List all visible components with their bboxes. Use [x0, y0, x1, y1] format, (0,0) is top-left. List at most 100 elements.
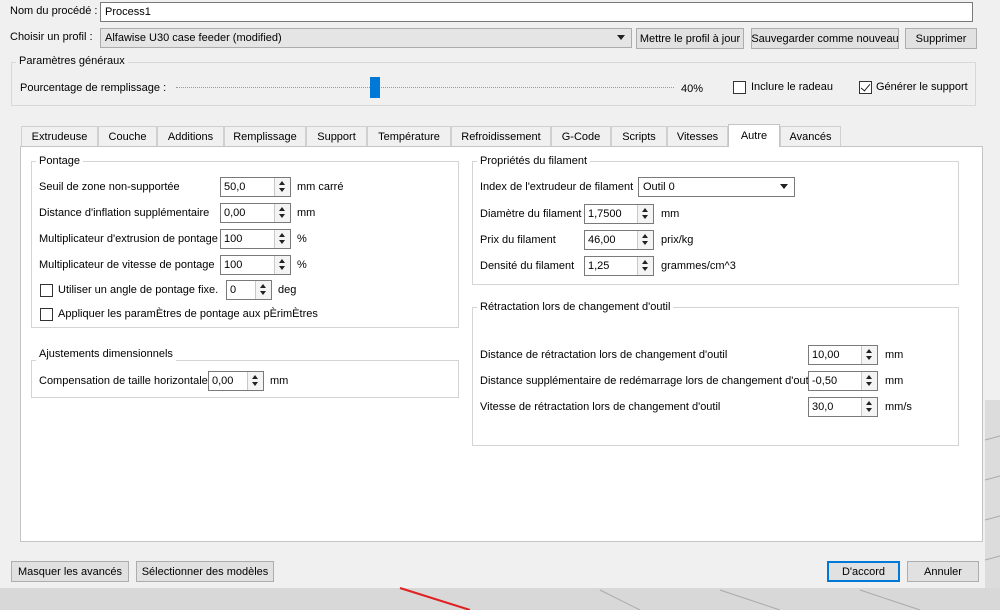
tab-temp-rature[interactable]: Température	[367, 126, 451, 146]
horizontal-compensation-unit: mm	[270, 375, 289, 387]
select-models-button[interactable]: Sélectionner des modèles	[136, 561, 274, 582]
bridge-extrusion-unit: %	[297, 233, 307, 245]
spin-up-icon[interactable]	[279, 259, 285, 263]
filament-density-spinner[interactable]: 1,25	[584, 256, 654, 276]
tab-avanc-s[interactable]: Avancés	[780, 126, 841, 146]
apply-perimeters-checkbox[interactable]	[40, 308, 53, 321]
tab-vitesses[interactable]: Vitesses	[667, 126, 728, 146]
unsupported-area-spinner[interactable]: 50,0	[220, 177, 291, 197]
spin-down-icon[interactable]	[260, 291, 266, 295]
toolchange-retract-speed-spinner[interactable]: 30,0	[808, 397, 878, 417]
ok-button[interactable]: D'accord	[827, 561, 900, 582]
inflation-distance-spinner[interactable]: 0,00	[220, 203, 291, 223]
profile-dropdown[interactable]: Alfawise U30 case feeder (modified)	[100, 28, 632, 48]
spin-down-icon[interactable]	[866, 382, 872, 386]
apply-perimeters-label: Appliquer les paramÈtres de pontage aux …	[58, 308, 318, 320]
tab-refroidissement[interactable]: Refroidissement	[451, 126, 551, 146]
filament-diameter-label: Diamètre du filament	[480, 208, 582, 220]
infill-slider-thumb[interactable]	[370, 77, 380, 98]
bridge-speed-unit: %	[297, 259, 307, 271]
spin-up-icon[interactable]	[642, 208, 648, 212]
support-checkbox[interactable]	[859, 81, 872, 94]
spin-up-icon[interactable]	[260, 284, 266, 288]
spin-up-icon[interactable]	[642, 260, 648, 264]
fixed-angle-spinner[interactable]: 0	[226, 280, 272, 300]
raft-checkbox[interactable]	[733, 81, 746, 94]
spin-up-icon[interactable]	[866, 349, 872, 353]
tab-couche[interactable]: Couche	[98, 126, 157, 146]
bridge-extrusion-spinner[interactable]: 100	[220, 229, 291, 249]
fixed-angle-checkbox[interactable]	[40, 284, 53, 297]
hide-advanced-button[interactable]: Masquer les avancés	[11, 561, 129, 582]
spin-down-icon[interactable]	[279, 240, 285, 244]
spin-up-icon[interactable]	[279, 207, 285, 211]
spin-down-icon[interactable]	[642, 215, 648, 219]
check-icon	[860, 81, 871, 92]
fixed-angle-label: Utiliser un angle de pontage fixe.	[58, 284, 219, 296]
filament-density-unit: grammes/cm^3	[661, 260, 736, 272]
filament-price-spinner[interactable]: 46,00	[584, 230, 654, 250]
spin-up-icon[interactable]	[642, 234, 648, 238]
spin-down-icon[interactable]	[279, 266, 285, 270]
toolchange-extra-restart-unit: mm	[885, 375, 904, 387]
tab-remplissage[interactable]: Remplissage	[224, 126, 306, 146]
dimensional-title: Ajustements dimensionnels	[36, 347, 176, 361]
spin-down-icon[interactable]	[642, 241, 648, 245]
toolchange-extra-restart-label: Distance supplémentaire de redémarrage l…	[480, 375, 814, 387]
tab-scripts[interactable]: Scripts	[611, 126, 667, 146]
filament-density-label: Densité du filament	[480, 260, 575, 272]
save-as-new-button[interactable]: Sauvegarder comme nouveau	[751, 28, 899, 49]
spin-up-icon[interactable]	[866, 375, 872, 379]
horizontal-compensation-spinner[interactable]: 0,00	[208, 371, 264, 391]
delete-profile-button[interactable]: Supprimer	[905, 28, 977, 49]
extruder-index-dropdown[interactable]: Outil 0	[638, 177, 795, 197]
spin-down-icon[interactable]	[279, 214, 285, 218]
unsupported-area-label: Seuil de zone non-supportée	[39, 181, 180, 193]
filament-title: Propriétés du filament	[477, 154, 590, 168]
spin-down-icon[interactable]	[279, 188, 285, 192]
filament-diameter-unit: mm	[661, 208, 680, 220]
bridge-speed-spinner[interactable]: 100	[220, 255, 291, 275]
spin-down-icon[interactable]	[252, 382, 258, 386]
support-label: Générer le support	[876, 81, 968, 93]
spin-up-icon[interactable]	[279, 233, 285, 237]
raft-label: Inclure le radeau	[751, 81, 833, 93]
toolchange-retract-speed-label: Vitesse de rétractation lors de changeme…	[480, 401, 721, 413]
process-name-input[interactable]: Process1	[100, 2, 973, 22]
toolchange-title: Rétractation lors de changement d'outil	[477, 300, 674, 314]
spin-up-icon[interactable]	[252, 375, 258, 379]
spin-down-icon[interactable]	[866, 356, 872, 360]
spin-up-icon[interactable]	[866, 401, 872, 405]
filament-price-unit: prix/kg	[661, 234, 694, 246]
tab-extrudeuse[interactable]: Extrudeuse	[21, 126, 98, 146]
spin-down-icon[interactable]	[866, 408, 872, 412]
spin-up-icon[interactable]	[279, 181, 285, 185]
tab-g-code[interactable]: G-Code	[551, 126, 611, 146]
inflation-distance-unit: mm	[297, 207, 316, 219]
filament-price-label: Prix du filament	[480, 234, 556, 246]
filament-diameter-spinner[interactable]: 1,7500	[584, 204, 654, 224]
infill-slider-track[interactable]	[176, 87, 674, 88]
toolchange-retract-distance-spinner[interactable]: 10,00	[808, 345, 878, 365]
bridge-speed-label: Multiplicateur de vitesse de pontage	[39, 259, 215, 271]
cancel-button[interactable]: Annuler	[907, 561, 979, 582]
process-name-label: Nom du procédé :	[10, 5, 98, 17]
unsupported-area-unit: mm carré	[297, 181, 344, 193]
chevron-down-icon	[780, 184, 788, 189]
toolchange-retract-speed-unit: mm/s	[885, 401, 912, 413]
spin-down-icon[interactable]	[642, 267, 648, 271]
infill-label: Pourcentage de remplissage :	[20, 82, 167, 94]
tab-autre[interactable]: Autre	[728, 124, 780, 147]
tab-additions[interactable]: Additions	[157, 126, 224, 146]
toolchange-retract-distance-unit: mm	[885, 349, 904, 361]
extruder-index-label: Index de l'extrudeur de filament	[480, 181, 634, 193]
fixed-angle-unit: deg	[278, 284, 297, 296]
toolchange-extra-restart-spinner[interactable]: -0,50	[808, 371, 878, 391]
bridging-title: Pontage	[36, 154, 83, 168]
update-profile-button[interactable]: Mettre le profil à jour	[636, 28, 744, 49]
extruder-index-selected: Outil 0	[643, 181, 675, 193]
tab-support[interactable]: Support	[306, 126, 367, 146]
chevron-down-icon	[617, 35, 625, 40]
profile-label: Choisir un profil :	[10, 31, 93, 43]
general-settings-title: Paramètres généraux	[16, 52, 128, 70]
